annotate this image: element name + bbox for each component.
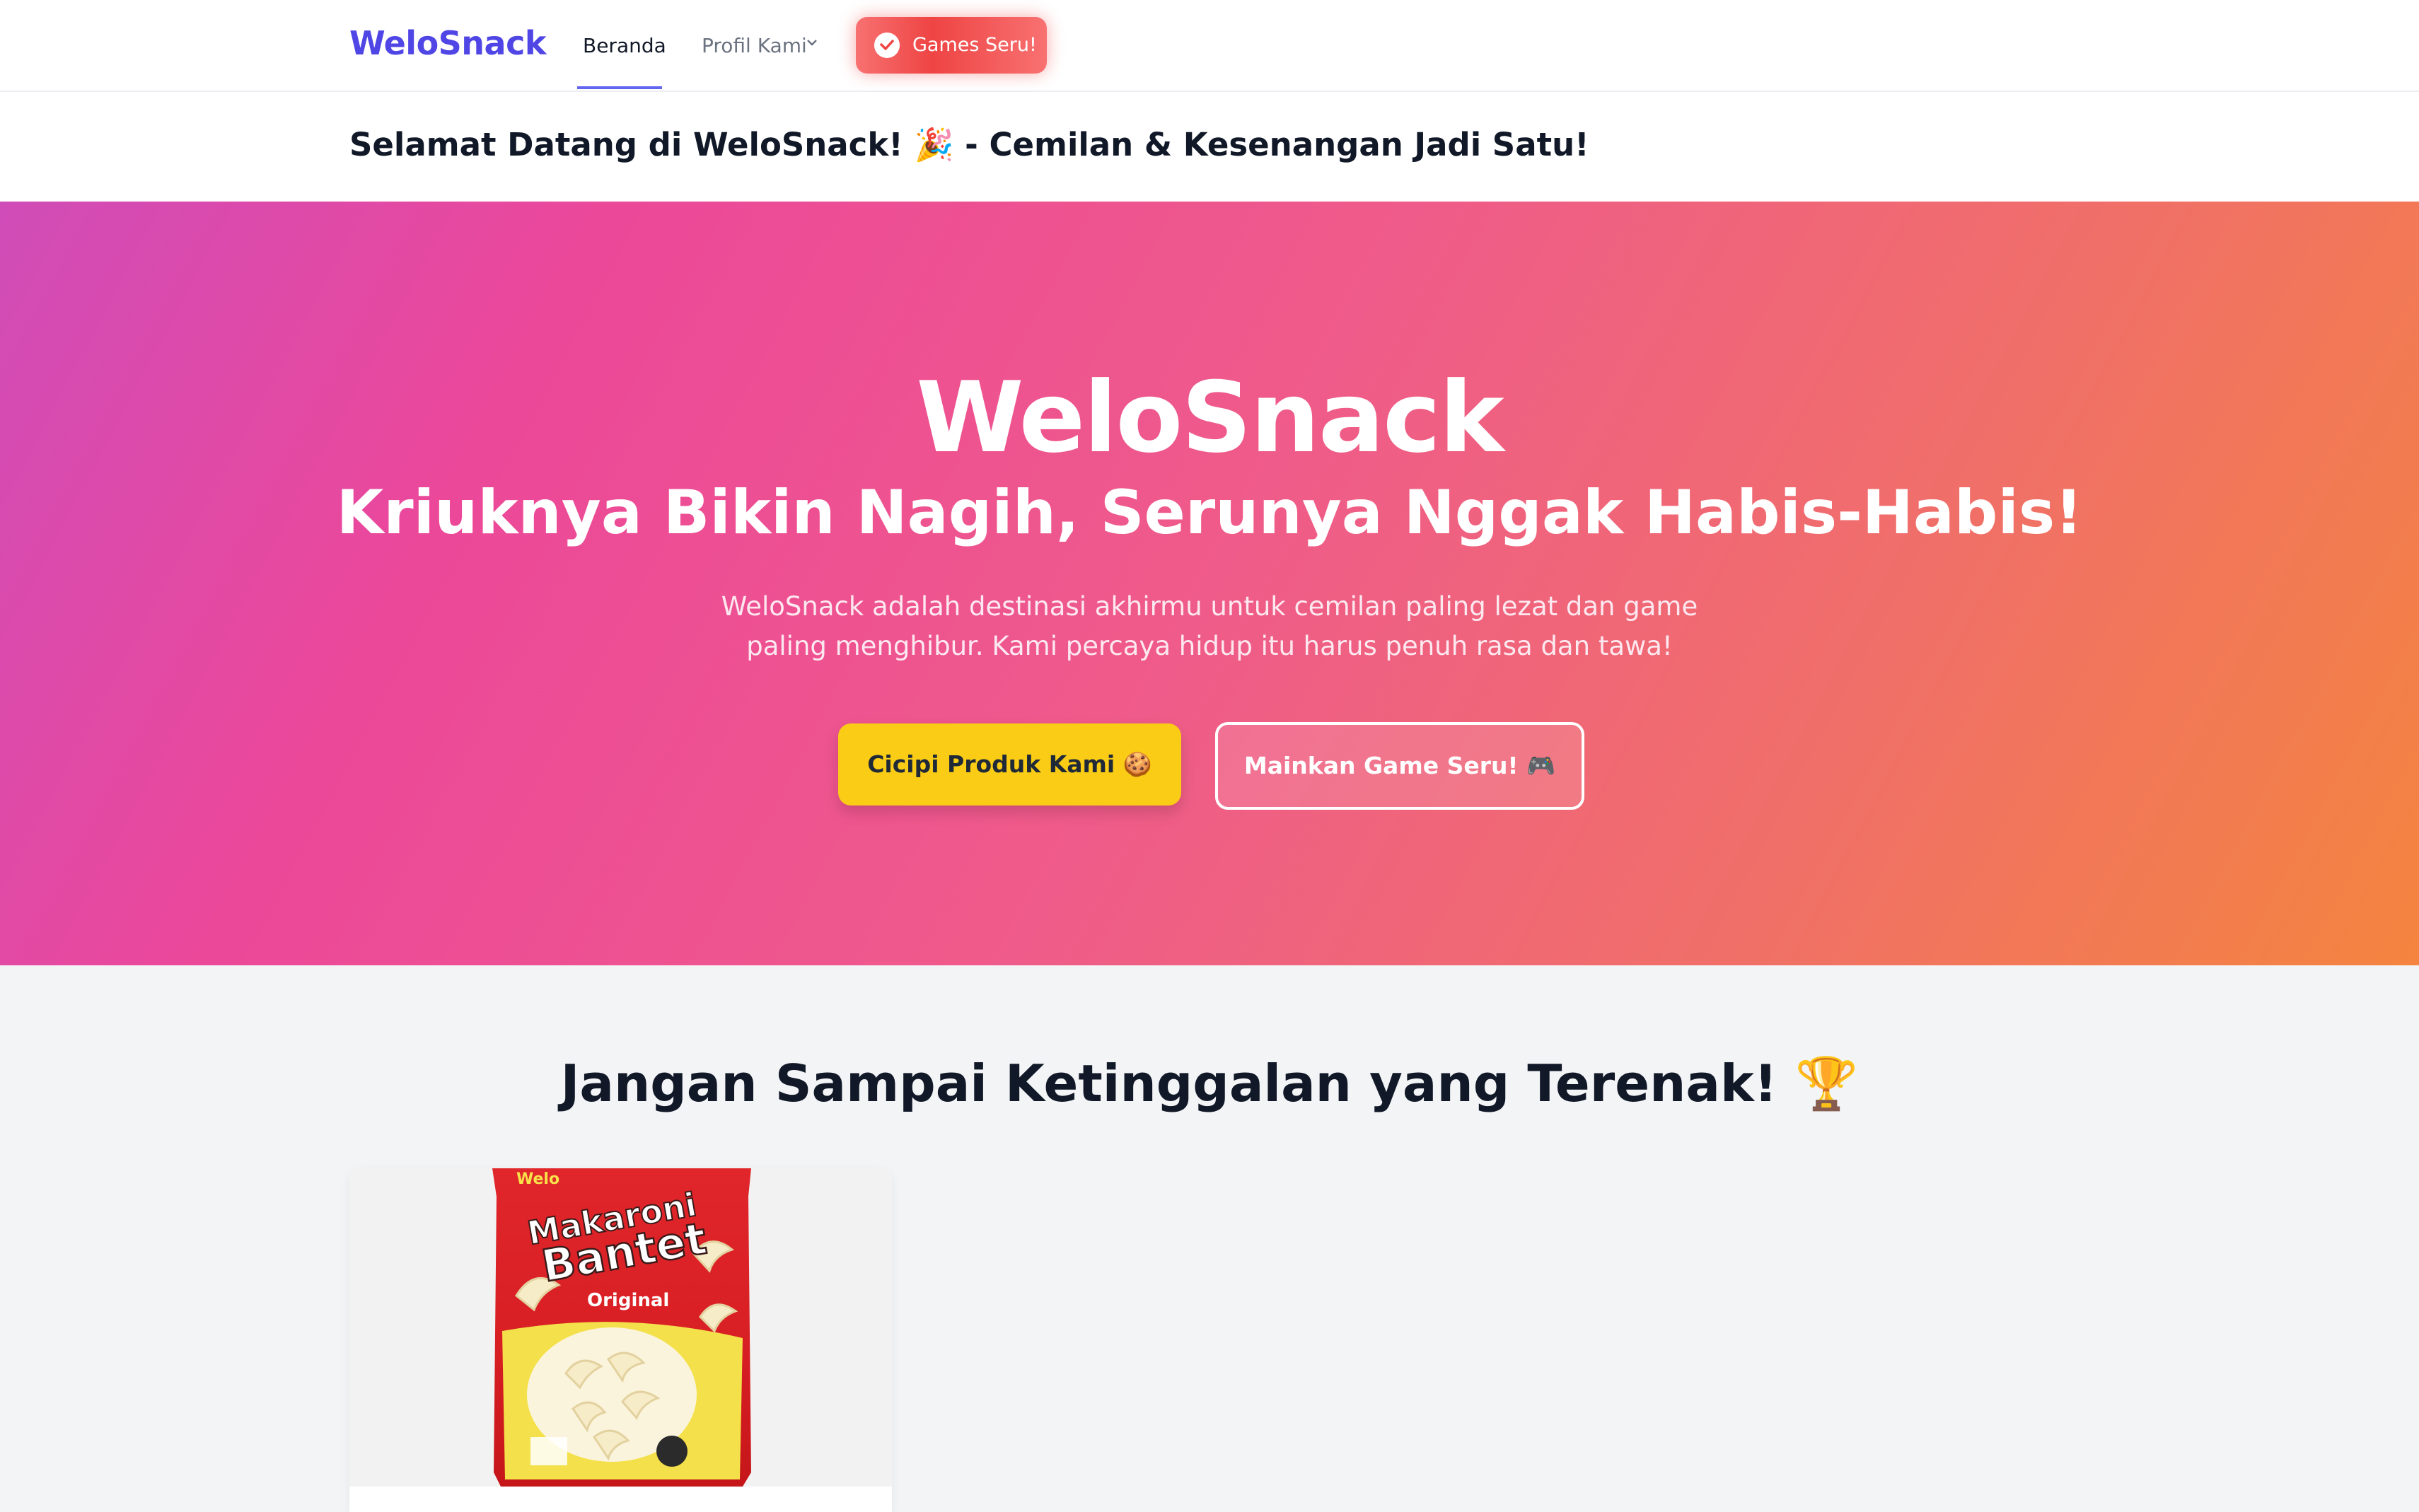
welcome-bar: Selamat Datang di WeloSnack! 🎉 - Cemilan… xyxy=(0,92,2419,202)
top-navbar: WeloSnack Beranda Profil Kami Games Seru… xyxy=(0,0,2419,92)
product-card[interactable]: Welo Makaroni Bantet Original xyxy=(349,1168,892,1512)
games-seru-label: Games Seru! xyxy=(912,34,1037,56)
brand-logo[interactable]: WeloSnack xyxy=(349,24,546,62)
product-image-area: Welo Makaroni Bantet Original xyxy=(349,1168,892,1487)
cicipi-produk-button[interactable]: Cicipi Produk Kami 🍪 xyxy=(838,723,1181,806)
hero-section: WeloSnack Kriuknya Bikin Nagih, Serunya … xyxy=(0,202,2419,965)
games-seru-button[interactable]: Games Seru! xyxy=(856,17,1047,74)
featured-section-title: Jangan Sampai Ketinggalan yang Terenak! … xyxy=(560,1054,1859,1113)
mainkan-game-button[interactable]: Mainkan Game Seru! 🎮 xyxy=(1215,722,1584,810)
product-card-footer xyxy=(349,1487,892,1512)
welcome-text: Selamat Datang di WeloSnack! 🎉 - Cemilan… xyxy=(349,126,1589,163)
active-nav-indicator xyxy=(577,86,662,89)
gamepad-icon xyxy=(874,33,900,58)
product-brand-mark: Welo xyxy=(516,1170,559,1188)
chevron-down-icon[interactable] xyxy=(805,35,819,50)
hero-description: WeloSnack adalah destinasi akhirmu untuk… xyxy=(721,591,1698,661)
product-flavor: Original xyxy=(587,1290,669,1311)
hero-subtitle: Kriuknya Bikin Nagih, Serunya Nggak Habi… xyxy=(336,477,2083,548)
product-image[interactable]: Welo Makaroni Bantet Original xyxy=(488,1168,755,1487)
nav-link-profil-kami[interactable]: Profil Kami xyxy=(702,34,807,57)
nav-link-beranda[interactable]: Beranda xyxy=(583,34,666,57)
hero-title: WeloSnack xyxy=(916,361,1504,475)
